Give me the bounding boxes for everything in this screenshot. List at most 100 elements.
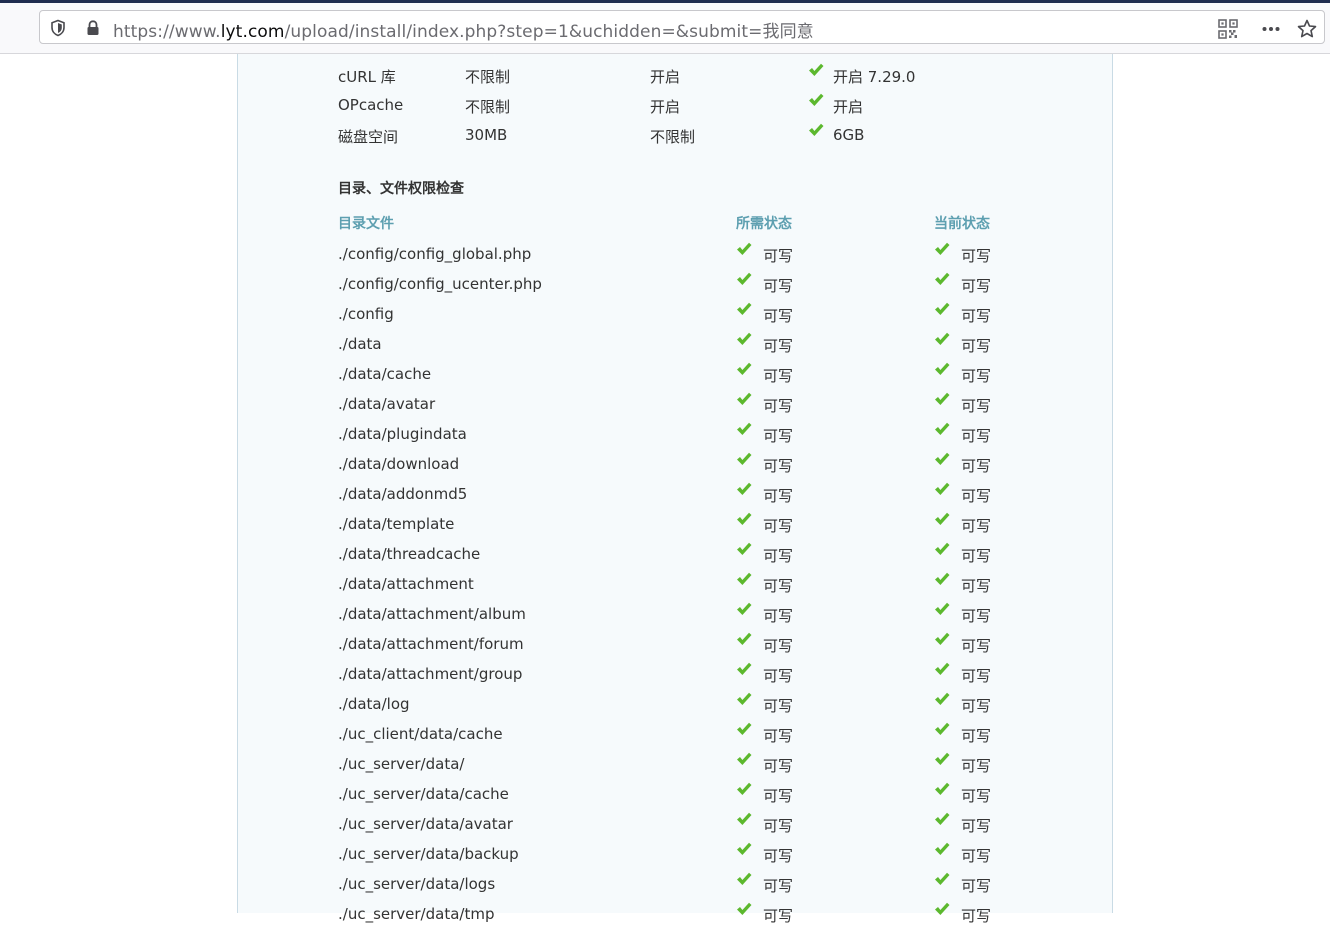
required-status: 可写	[763, 817, 794, 835]
column-header-current: 当前状态	[934, 216, 990, 232]
current-status: 可写	[961, 337, 992, 355]
required-status: 可写	[763, 727, 794, 745]
url-domain: lyt.com	[220, 22, 285, 42]
check-icon	[934, 842, 950, 856]
bookmark-star-icon[interactable]	[1297, 19, 1317, 39]
required-status: 可写	[763, 697, 794, 715]
check-icon	[934, 542, 950, 556]
dir-path: ./data/attachment/forum	[338, 635, 524, 653]
check-icon	[934, 392, 950, 406]
check-icon	[736, 242, 752, 256]
qr-code-icon[interactable]	[1218, 19, 1238, 39]
required-status: 可写	[763, 847, 794, 865]
env-item-current: 开启 7.29.0	[833, 68, 916, 86]
check-icon	[934, 902, 950, 916]
check-icon	[934, 722, 950, 736]
required-status: 可写	[763, 637, 794, 655]
check-icon	[808, 123, 824, 137]
table-row: ./data/attachment/group 可写 可写	[238, 662, 1114, 695]
check-icon	[736, 272, 752, 286]
env-item-name: cURL 库	[338, 68, 396, 86]
required-status: 可写	[763, 607, 794, 625]
check-icon	[934, 632, 950, 646]
env-row: cURL 库 不限制 开启 开启 7.29.0	[238, 63, 1114, 96]
dir-path: ./uc_client/data/cache	[338, 725, 503, 743]
env-item-current: 开启	[833, 98, 864, 116]
check-icon	[934, 452, 950, 466]
check-icon	[808, 93, 824, 107]
check-icon	[736, 872, 752, 886]
current-status: 可写	[961, 607, 992, 625]
table-row: ./uc_server/data/logs 可写 可写	[238, 872, 1114, 905]
table-row: ./data/attachment 可写 可写	[238, 572, 1114, 605]
dir-path: ./uc_server/data/logs	[338, 875, 496, 893]
required-status: 可写	[763, 487, 794, 505]
env-item-required: 不限制	[465, 68, 511, 86]
dir-path: ./data/plugindata	[338, 425, 467, 443]
required-status: 可写	[763, 277, 794, 295]
table-row: ./data/plugindata 可写 可写	[238, 422, 1114, 455]
more-dots-icon[interactable]	[1261, 19, 1281, 39]
required-status: 可写	[763, 397, 794, 415]
env-row: 磁盘空间 30MB 不限制 6GB	[238, 123, 1114, 156]
required-status: 可写	[763, 517, 794, 535]
required-status: 可写	[763, 667, 794, 685]
check-icon	[736, 392, 752, 406]
check-icon	[736, 302, 752, 316]
dir-path: ./uc_server/data/	[338, 755, 465, 773]
url-path: /upload/install/index.php?step=1&uchidde…	[284, 22, 814, 42]
current-status: 可写	[961, 757, 992, 775]
dir-path: ./data/template	[338, 515, 455, 533]
table-row: ./data/log 可写 可写	[238, 692, 1114, 725]
required-status: 可写	[763, 307, 794, 325]
current-status: 可写	[961, 487, 992, 505]
table-row: ./data/avatar 可写 可写	[238, 392, 1114, 425]
table-row: ./uc_client/data/cache 可写 可写	[238, 722, 1114, 755]
table-row: ./uc_server/data/backup 可写 可写	[238, 842, 1114, 875]
shield-icon[interactable]	[49, 19, 67, 37]
install-check-panel: , , cURL 库不限制 开启 开启 7.29.0 OPcache 不限制 开启 开启 磁盘…	[237, 46, 1114, 925]
current-status: 可写	[961, 397, 992, 415]
current-status: 可写	[961, 547, 992, 565]
current-status: 可写	[961, 247, 992, 265]
current-status: 可写	[961, 307, 992, 325]
table-row: ./config/config_ucenter.php 可写 可写	[238, 272, 1114, 305]
column-header-file: 目录文件	[338, 216, 394, 232]
current-status: 可写	[961, 457, 992, 475]
check-icon	[736, 482, 752, 496]
required-status: 可写	[763, 427, 794, 445]
current-status: 可写	[961, 847, 992, 865]
address-bar[interactable]: https://www.lyt.com/upload/install/index…	[39, 10, 1325, 44]
check-icon	[934, 572, 950, 586]
current-status: 可写	[961, 787, 992, 805]
check-icon	[736, 332, 752, 346]
check-icon	[934, 332, 950, 346]
required-status: 可写	[763, 457, 794, 475]
url-text[interactable]: https://www.lyt.com/upload/install/index…	[113, 17, 814, 42]
env-item-recommended: 开启	[650, 68, 681, 86]
dir-path: ./data/addonmd5	[338, 485, 468, 503]
table-row: ./uc_server/data/avatar 可写 可写	[238, 812, 1114, 845]
check-icon	[736, 362, 752, 376]
required-status: 可写	[763, 547, 794, 565]
dir-check-title: 目录、文件权限检查	[338, 181, 464, 197]
env-item-recommended: 不限制	[650, 128, 696, 146]
env-item-required: 不限制	[465, 98, 511, 116]
required-status: 可写	[763, 577, 794, 595]
column-header-required: 所需状态	[736, 216, 792, 232]
env-item-name: 磁盘空间	[338, 128, 399, 146]
dir-path: ./config/config_ucenter.php	[338, 275, 542, 293]
check-icon	[934, 752, 950, 766]
current-status: 可写	[961, 697, 992, 715]
table-row: ./data/download 可写 可写	[238, 452, 1114, 485]
current-status: 可写	[961, 517, 992, 535]
check-icon	[934, 512, 950, 526]
table-row: ./data 可写 可写	[238, 332, 1114, 365]
check-icon	[736, 602, 752, 616]
current-status: 可写	[961, 277, 992, 295]
dir-path: ./data/threadcache	[338, 545, 481, 563]
current-status: 可写	[961, 637, 992, 655]
env-item-recommended: 开启	[650, 98, 681, 116]
lock-icon[interactable]	[84, 19, 102, 37]
required-status: 可写	[763, 907, 794, 925]
